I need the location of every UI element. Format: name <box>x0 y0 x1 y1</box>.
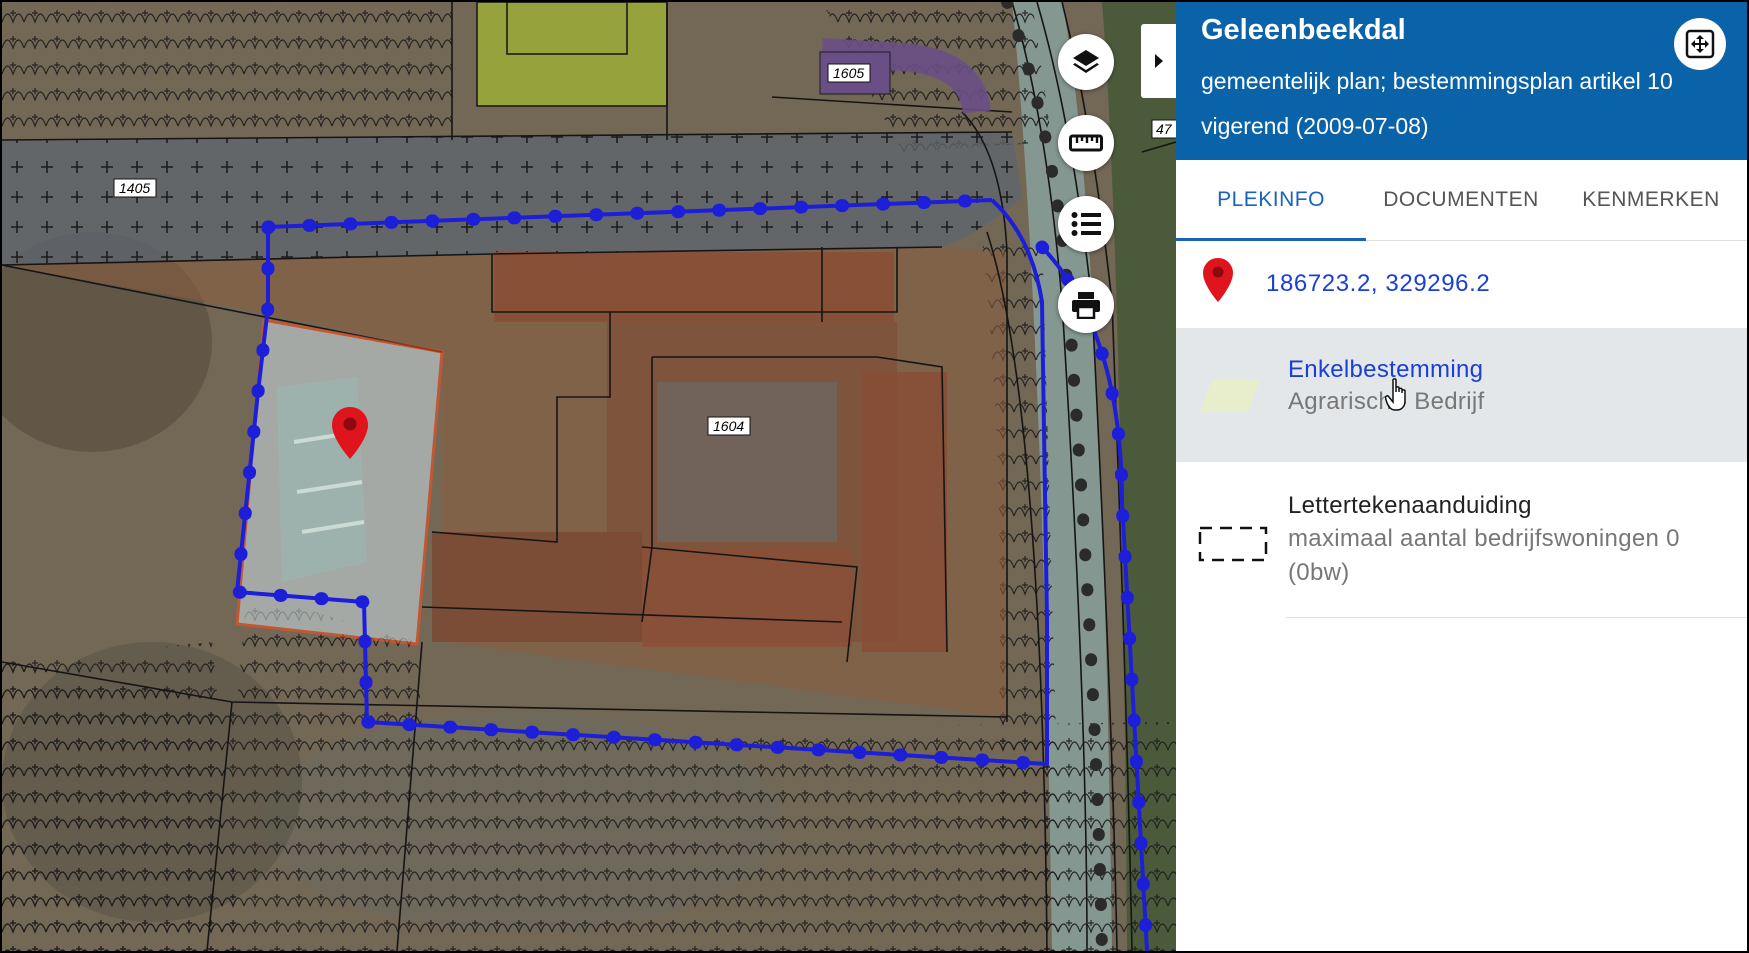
list-item-lettertekenaanduiding[interactable]: Lettertekenaanduiding maximaal aantal be… <box>1176 462 1747 618</box>
dashed-rect-icon <box>1198 526 1268 562</box>
parcel-label: 1605 <box>833 65 864 81</box>
layers-button[interactable] <box>1058 34 1114 90</box>
app-frame: 1405 1605 1604 47 Geleenbeekdal gemeente… <box>2 2 1747 951</box>
panel-header: Geleenbeekdal gemeentelijk plan; bestemm… <box>1176 2 1747 160</box>
tab-kenmerken[interactable]: KENMERKEN <box>1556 160 1746 240</box>
parcel-label: 1405 <box>119 180 150 196</box>
coordinates-link[interactable]: 186723.2, 329296.2 <box>1266 270 1490 298</box>
plan-type: gemeentelijk plan; bestemmingsplan artik… <box>1201 68 1673 94</box>
item-subtitle: Agrarisch - Bedrijf <box>1288 388 1485 415</box>
ruler-icon <box>1069 134 1103 152</box>
map-controls <box>1058 34 1116 358</box>
info-panel: Geleenbeekdal gemeentelijk plan; bestemm… <box>1176 2 1747 951</box>
collapse-panel-button[interactable] <box>1141 24 1176 98</box>
plan-status: vigerend (2009-07-08) <box>1201 113 1429 139</box>
map-view[interactable]: 1405 1605 1604 47 <box>2 2 1176 951</box>
hand-cursor-icon <box>1385 378 1406 411</box>
list-icon <box>1071 212 1101 236</box>
chevron-right-icon <box>1155 54 1163 68</box>
item-title: Lettertekenaanduiding <box>1288 492 1532 519</box>
fullscreen-button[interactable] <box>1674 18 1726 70</box>
list-item-enkelbestemming[interactable]: Enkelbestemming Agrarisch - Bedrijf <box>1176 328 1747 462</box>
parcel-label: 47 <box>1156 121 1173 137</box>
plan-title: Geleenbeekdal <box>1201 14 1406 46</box>
legend-button[interactable] <box>1058 196 1114 252</box>
print-button[interactable] <box>1058 277 1114 333</box>
layers-icon <box>1073 50 1099 73</box>
fullscreen-icon <box>1685 29 1715 59</box>
coordinate-row: 186723.2, 329296.2 <box>1176 240 1747 328</box>
location-pin-icon <box>1203 258 1233 302</box>
measure-button[interactable] <box>1058 115 1114 171</box>
tab-plekinfo[interactable]: PLEKINFO <box>1176 160 1366 241</box>
map-canvas[interactable]: 1405 1605 1604 47 <box>2 2 1176 951</box>
panel-tabs: PLEKINFO DOCUMENTEN KENMERKEN <box>1176 160 1747 241</box>
item-subtitle: maximaal aantal bedrijfswoningen 0 (0bw) <box>1288 525 1680 586</box>
tab-documenten[interactable]: DOCUMENTEN <box>1366 160 1556 240</box>
parallelogram-swatch-icon <box>1200 380 1260 412</box>
parcel-label: 1604 <box>713 418 744 434</box>
printer-icon <box>1072 292 1100 319</box>
